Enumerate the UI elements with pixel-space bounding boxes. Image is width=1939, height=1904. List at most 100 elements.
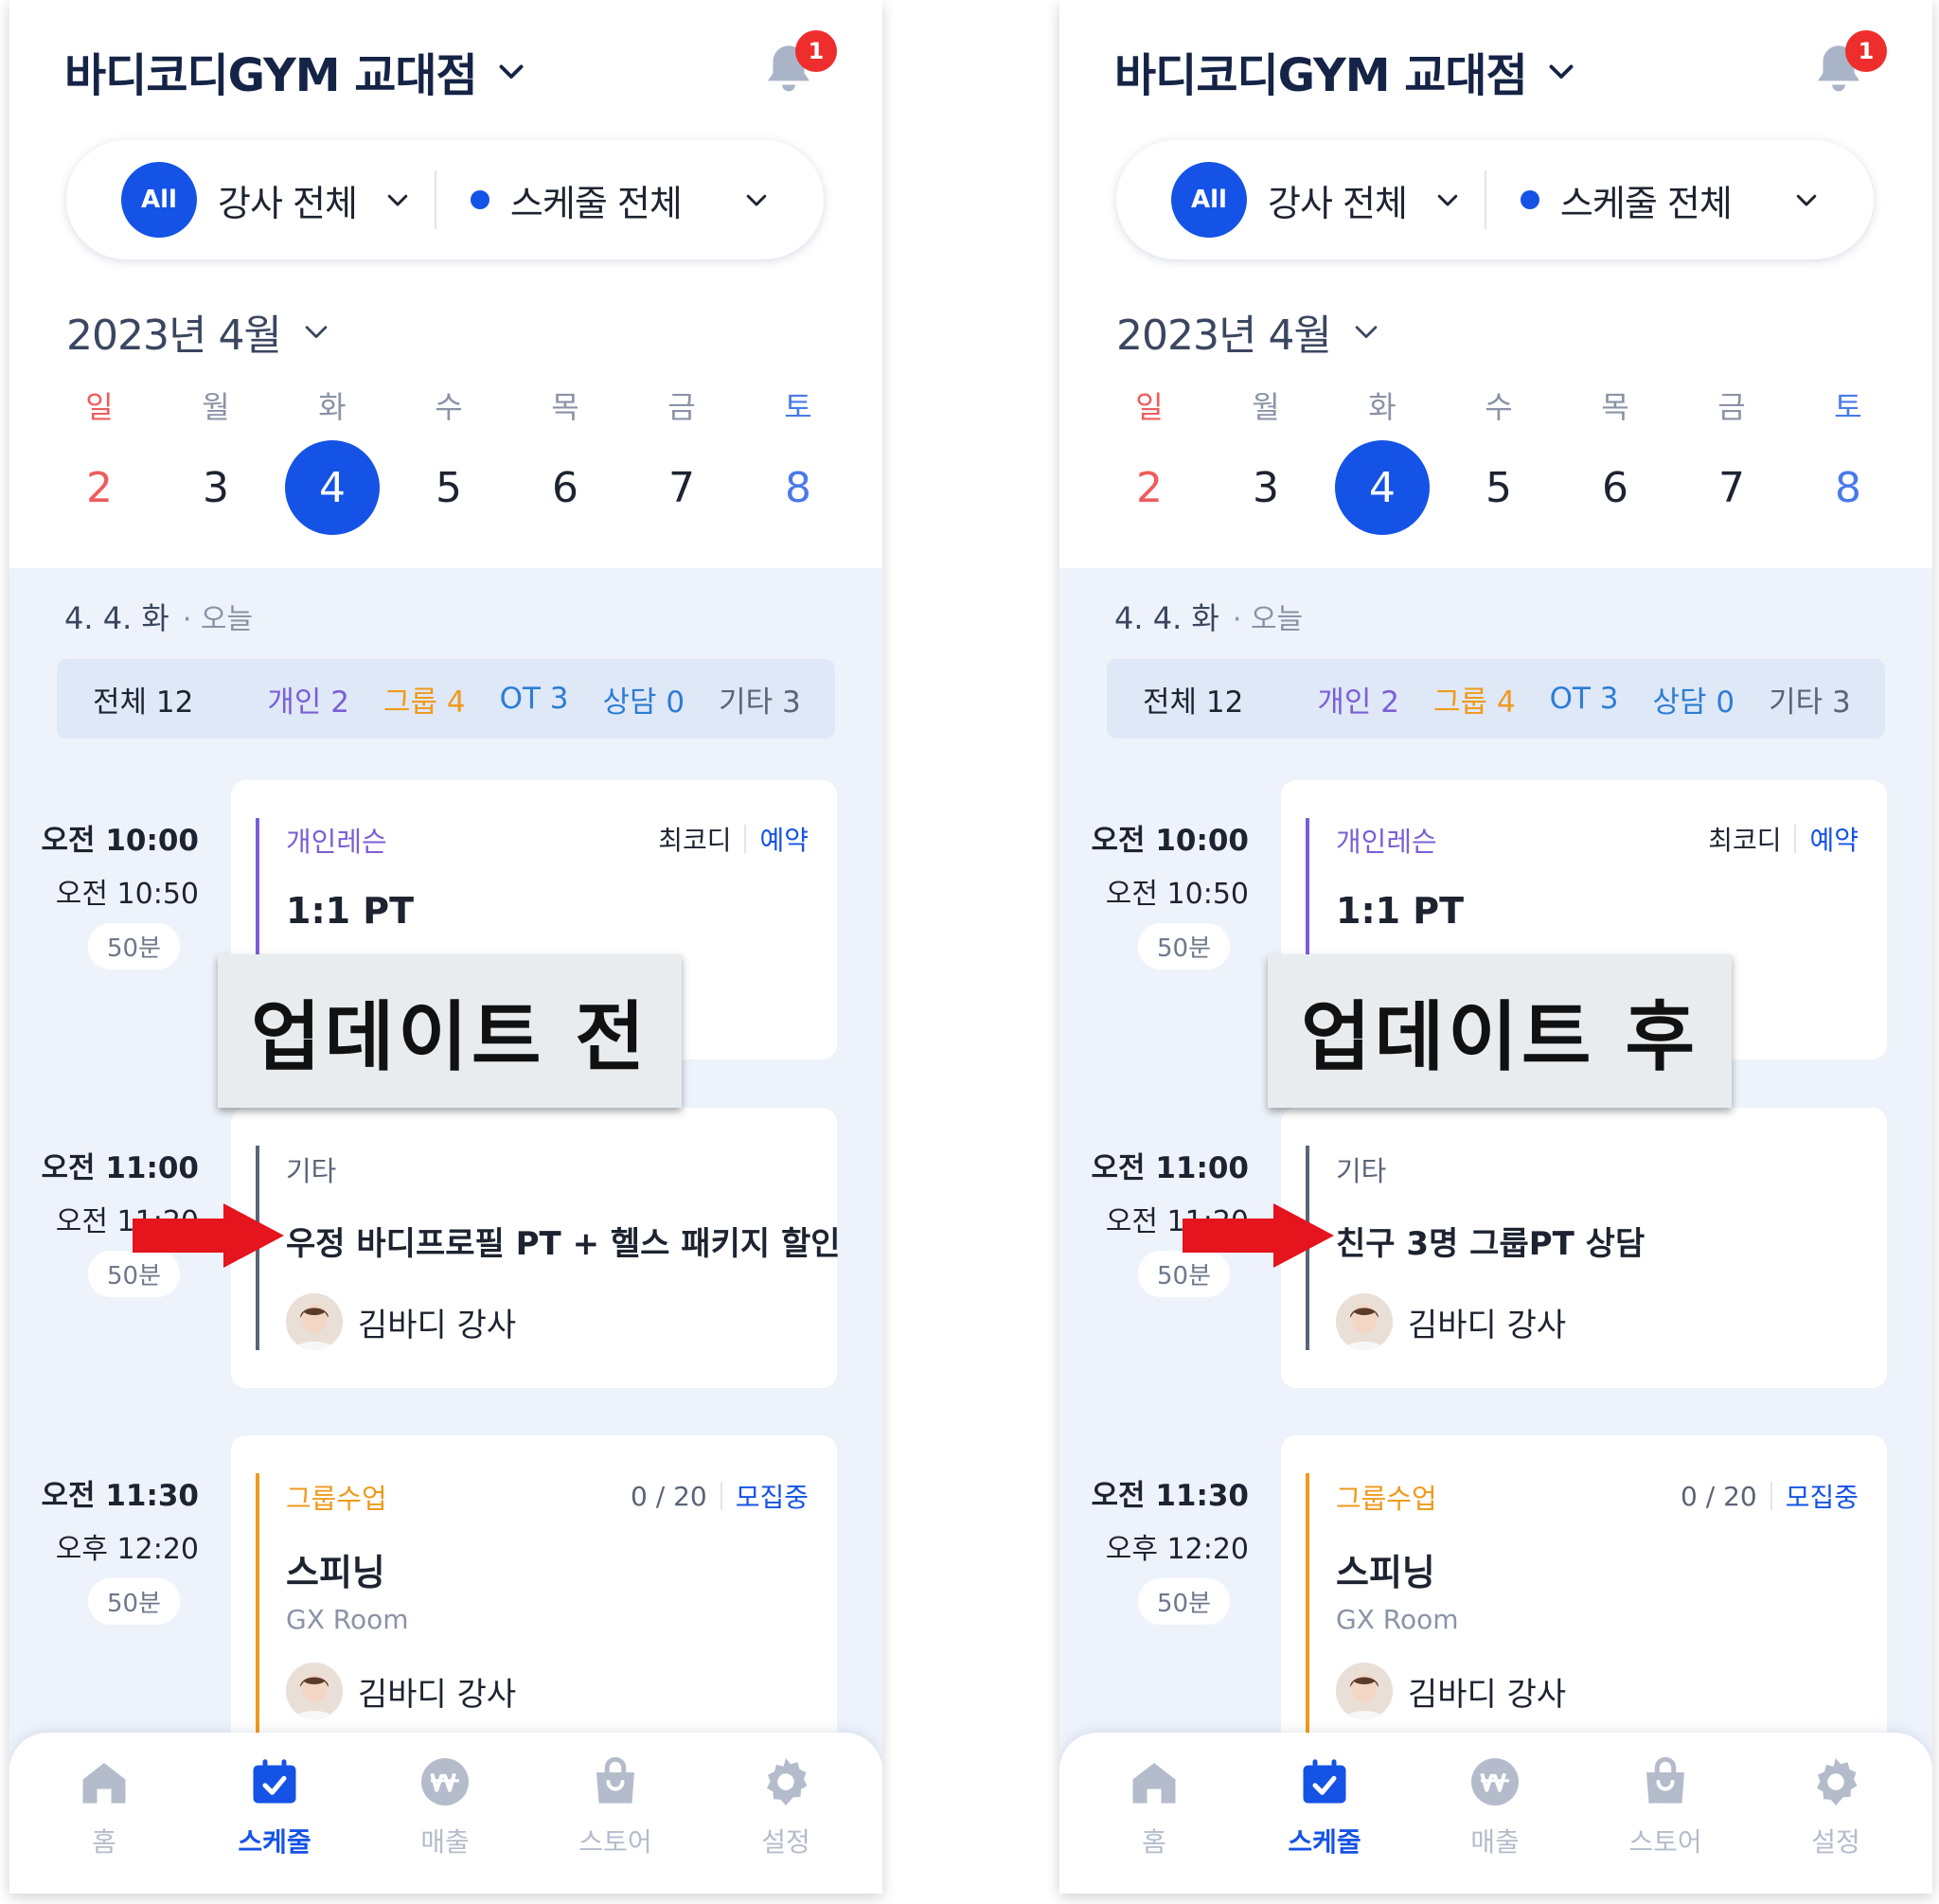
month-selector[interactable]: 2023년 4월 (66, 301, 332, 362)
chevron-down-icon[interactable] (1792, 186, 1821, 214)
tab-settings[interactable]: 설정 (1779, 1753, 1893, 1860)
chevron-down-icon[interactable] (1433, 186, 1462, 214)
trainer-avatar (1336, 1293, 1393, 1350)
tab-store[interactable]: 스토어 (1609, 1753, 1722, 1860)
gym-selector[interactable]: 바디코디GYM 교대점 (1114, 38, 1578, 104)
tab-sales[interactable]: 매출 (1438, 1753, 1552, 1860)
red-arrow-icon (1183, 1203, 1334, 1268)
stat-total[interactable]: 전체 12 (93, 678, 193, 721)
status-label: 모집중 (735, 1482, 809, 1513)
end-time: 오후 12:20 (1105, 1533, 1249, 1566)
trainer-info: 김바디 강사 (286, 1293, 516, 1350)
capacity-label: 0 / 20 (1681, 1480, 1757, 1512)
category-bar (1306, 1473, 1309, 1776)
stat-group[interactable]: 그룹 4 (383, 678, 466, 721)
chevron-down-icon (1549, 64, 1574, 79)
schedule-filter-label[interactable]: 스케줄 전체 (1560, 174, 1733, 226)
selected-date: 4. 4. 화 (64, 600, 169, 636)
tab-home[interactable]: 홈 (1097, 1753, 1211, 1860)
day-number: 3 (1253, 463, 1279, 512)
tab-home[interactable]: 홈 (47, 1753, 161, 1860)
tab-settings[interactable]: 설정 (729, 1753, 843, 1860)
day-label: 월 (202, 389, 230, 425)
day-number: 2 (86, 463, 113, 512)
category-bar (256, 1473, 259, 1776)
day-label: 금 (1717, 389, 1746, 425)
day-label: 목 (551, 389, 579, 425)
bottom-tab-bar: 홈 스케줄 매출 스토어 설정 (1059, 1733, 1932, 1894)
stat-ot[interactable]: OT 3 (1550, 682, 1619, 716)
day-number: 2 (1136, 463, 1163, 512)
trainer-name: 김바디 강사 (358, 1675, 517, 1714)
trainer-filter-label[interactable]: 강사 전체 (218, 174, 358, 226)
all-badge[interactable]: All (1171, 162, 1247, 238)
duration-badge: 50분 (87, 923, 180, 970)
meta-divider (720, 1482, 722, 1510)
category-label: 그룹수업 (286, 1483, 387, 1515)
home-icon (82, 1763, 126, 1804)
stat-personal[interactable]: 개인 2 (1317, 678, 1399, 721)
session-card-etc[interactable]: 기타 친구 3명 그룹PT 상담 김바디 강사 (1281, 1108, 1887, 1388)
gym-selector[interactable]: 바디코디GYM 교대점 (64, 38, 528, 104)
stat-consult[interactable]: 상담 0 (603, 678, 685, 721)
trainer-name: 김바디 강사 (1408, 1675, 1567, 1714)
session-card-etc[interactable]: 기타 우정 바디프로필 PT + 헬스 패키지 할인 김바디 강사 (231, 1108, 841, 1388)
tab-schedule[interactable]: 스케줄 (218, 1753, 331, 1860)
category-label: 개인레슨 (1336, 826, 1437, 858)
day-label: 금 (667, 389, 696, 425)
date-header: 4. 4. 화 · 오늘 (1114, 595, 1303, 638)
day-number: 5 (1485, 463, 1512, 512)
chevron-down-icon (305, 326, 328, 339)
tab-label: 스케줄 (238, 1826, 311, 1858)
stat-personal[interactable]: 개인 2 (267, 678, 349, 721)
update-label-text: 업데이트 후 (1301, 993, 1699, 1081)
day-label: 수 (1485, 389, 1513, 425)
schedule-filter-label[interactable]: 스케줄 전체 (510, 174, 683, 226)
start-time: 오전 11:00 (41, 1151, 199, 1185)
day-number: 3 (203, 463, 229, 512)
stat-ot[interactable]: OT 3 (500, 682, 569, 716)
chevron-down-icon (499, 64, 524, 79)
stat-etc[interactable]: 기타 3 (1769, 678, 1851, 721)
stat-total[interactable]: 전체 12 (1143, 678, 1243, 721)
day-label: 일 (85, 389, 114, 425)
day-number: 8 (1835, 463, 1861, 512)
trainer-info: 김바디 강사 (1336, 1663, 1566, 1719)
tab-label: 스토어 (578, 1826, 652, 1858)
filter-divider (1484, 170, 1486, 229)
stat-group[interactable]: 그룹 4 (1433, 678, 1516, 721)
all-badge[interactable]: All (121, 162, 197, 238)
day-number: 7 (1718, 463, 1745, 512)
start-time: 오전 10:00 (1091, 824, 1249, 858)
tab-label: 스케줄 (1288, 1826, 1361, 1858)
phone-after-update: 바디코디GYM 교대점 1 All 강사 전체 스케줄 전체 2023년 4월 … (1059, 0, 1932, 1894)
tab-label: 설정 (1811, 1826, 1860, 1858)
chevron-down-icon[interactable] (742, 186, 771, 214)
month-label: 2023년 4월 (1116, 311, 1332, 360)
status-label: 예약 (759, 825, 809, 856)
status-label: 예약 (1809, 825, 1859, 856)
update-label: 업데이트 전 (218, 954, 682, 1108)
end-time: 오전 10:50 (1105, 878, 1249, 911)
end-time: 오전 10:50 (55, 878, 199, 911)
day-number: 8 (785, 463, 811, 512)
month-selector[interactable]: 2023년 4월 (1116, 301, 1382, 362)
tab-label: 설정 (761, 1826, 810, 1858)
session-title: 1:1 PT (1336, 890, 1465, 932)
week-strip: 일 2 월 3 화 4 수 5 목 6 금 7 토 8 (47, 383, 862, 544)
chevron-down-icon[interactable] (383, 186, 412, 214)
stat-consult[interactable]: 상담 0 (1653, 678, 1735, 721)
session-time: 오전 10:00 오전 10:50 50분 (38, 816, 199, 970)
trainer-filter-label[interactable]: 강사 전체 (1268, 174, 1408, 226)
filter-bar: All 강사 전체 스케줄 전체 (66, 140, 824, 259)
notification-badge: 1 (1845, 30, 1887, 72)
stat-etc[interactable]: 기타 3 (719, 678, 801, 721)
tab-store[interactable]: 스토어 (559, 1753, 672, 1860)
category-label: 기타 (286, 1155, 337, 1187)
month-label: 2023년 4월 (66, 311, 282, 360)
tab-schedule[interactable]: 스케줄 (1268, 1753, 1381, 1860)
tab-label: 스토어 (1628, 1826, 1702, 1858)
session-time: 오전 11:30 오후 12:20 50분 (38, 1471, 199, 1625)
tab-sales[interactable]: 매출 (388, 1753, 502, 1860)
today-label: · 오늘 (1232, 603, 1304, 636)
